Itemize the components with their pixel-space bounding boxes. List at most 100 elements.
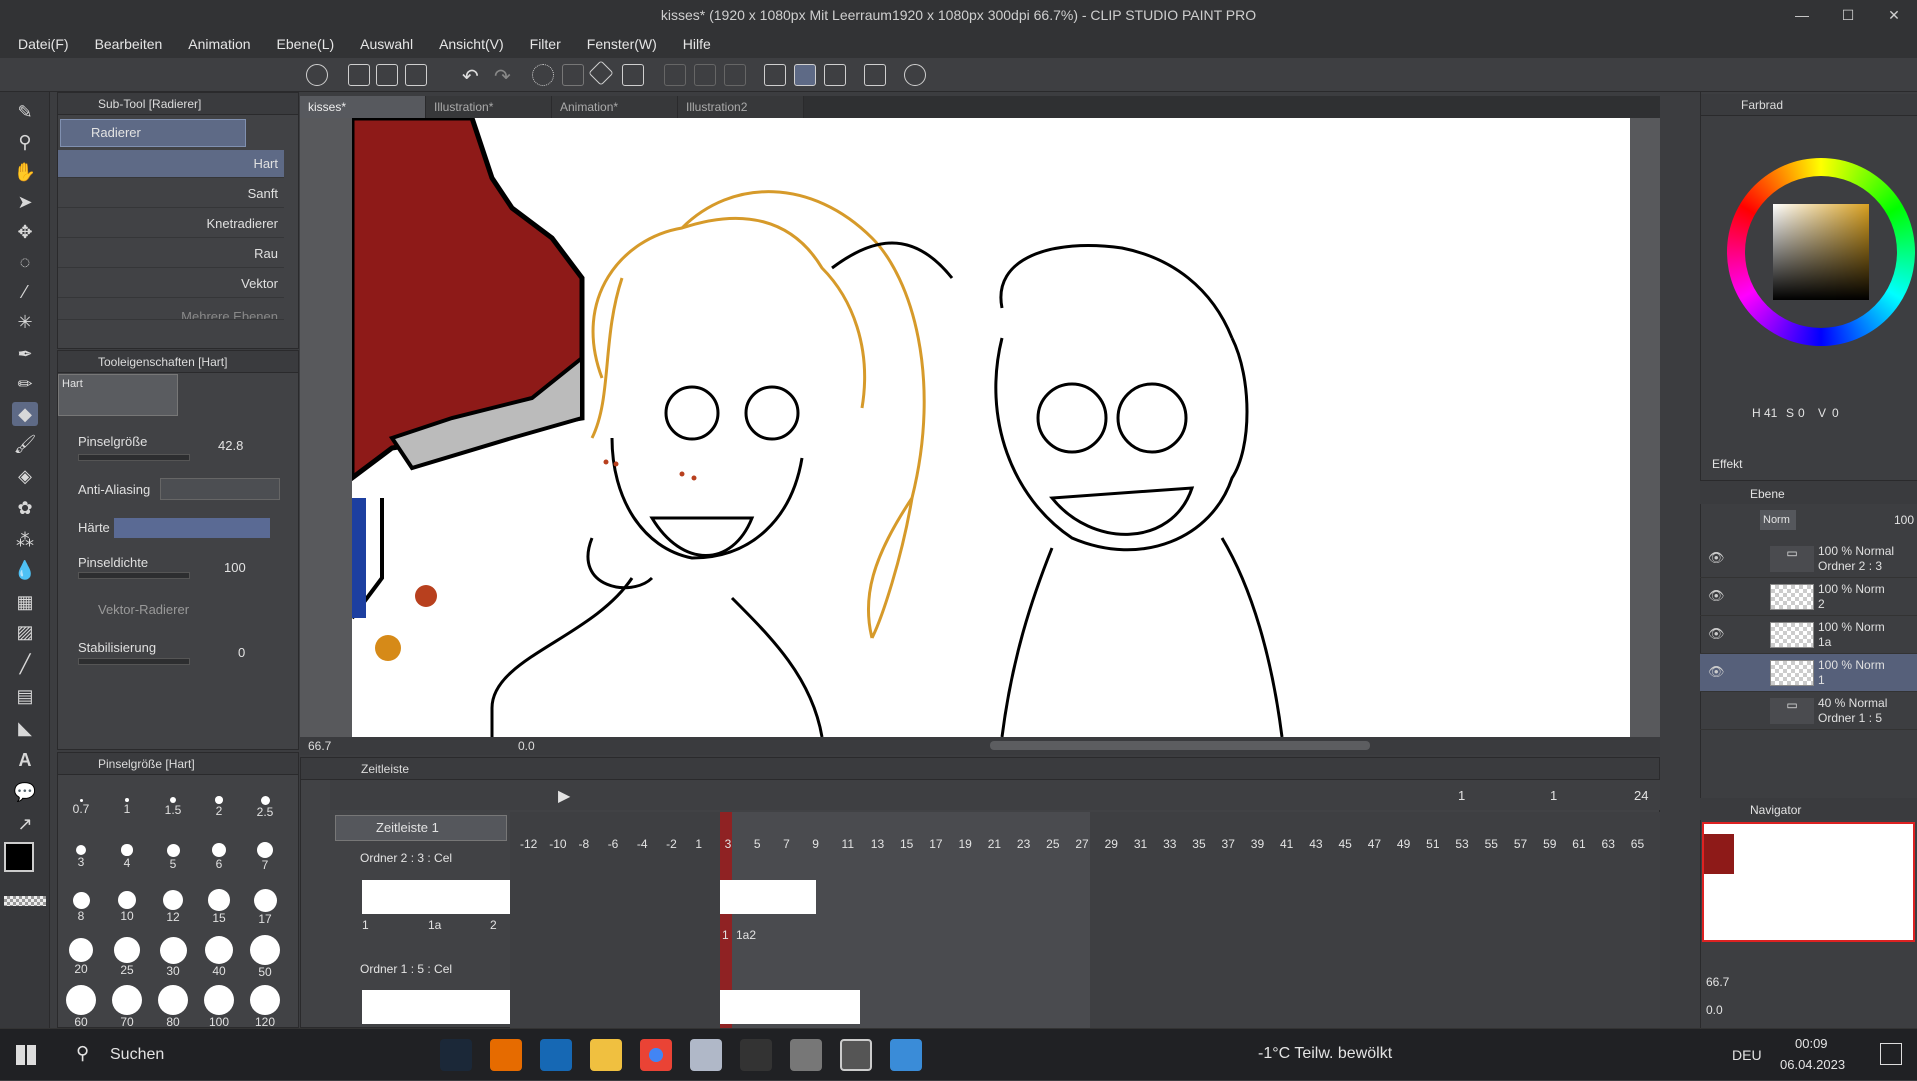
track-folder-2[interactable]: Ordner 2 : 3 : Cel (360, 851, 510, 869)
menu-view[interactable]: Ansicht(V) (439, 36, 504, 52)
visual-app-icon[interactable] (540, 1039, 572, 1071)
correct-line-icon[interactable]: ↗ (12, 812, 38, 836)
eyedropper-tool-icon[interactable]: ⁄ (12, 280, 38, 304)
brush-icon[interactable]: 🖌 (12, 432, 38, 456)
layer-row[interactable]: ▭ 40 % Normal Ordner 1 : 5 (1700, 692, 1917, 730)
fill-icon[interactable] (588, 60, 614, 86)
redo-icon[interactable]: ↷ (494, 64, 511, 89)
blend-tool-icon[interactable]: 💧 (12, 558, 38, 582)
brush-size-preset[interactable]: 5 (150, 828, 196, 871)
menu-layer[interactable]: Ebene(L) (277, 36, 335, 52)
decoration-icon[interactable]: ✿ (12, 496, 38, 520)
stabilization-value[interactable]: 0 (238, 645, 245, 660)
menu-animation[interactable]: Animation (188, 36, 250, 52)
horizontal-scrollbar[interactable] (990, 741, 1370, 750)
tab-illustration[interactable]: Illustration* (426, 96, 552, 118)
pen-icon[interactable]: ✒ (12, 342, 38, 366)
pencil-icon[interactable]: ✏ (12, 372, 38, 396)
photos-icon[interactable] (890, 1039, 922, 1071)
menu-window[interactable]: Fenster(W) (587, 36, 657, 52)
undo-icon[interactable]: ↶ (462, 64, 479, 89)
layer-opacity-value[interactable]: 100 (1894, 513, 1914, 527)
help-icon[interactable] (904, 64, 926, 86)
frame-cels-folder-2[interactable] (720, 880, 816, 914)
language-indicator[interactable]: DEU (1732, 1047, 1762, 1063)
image-tool-icon[interactable] (790, 1039, 822, 1071)
airbrush-icon[interactable]: ⁂ (12, 528, 38, 552)
brush-size-preset[interactable]: 70 (104, 978, 150, 1029)
navigator-preview[interactable] (1702, 822, 1915, 942)
stabilization-slider[interactable] (78, 658, 190, 665)
maximize-button[interactable]: ☐ (1825, 0, 1871, 30)
stroke-icon[interactable] (794, 64, 816, 86)
new-file-icon[interactable] (348, 64, 370, 86)
play-icon[interactable]: ▶ (558, 786, 570, 806)
saturation-value-square[interactable] (1773, 204, 1869, 300)
menu-edit[interactable]: Bearbeiten (95, 36, 163, 52)
brush-size-preset[interactable]: 30 (150, 928, 196, 978)
brush-size-preset[interactable]: 17 (242, 878, 288, 926)
layer-row[interactable]: 👁 ▭ 100 % Normal Ordner 2 : 3 (1700, 540, 1917, 578)
brush-size-value[interactable]: 42.8 (218, 438, 243, 453)
fill-tool-icon[interactable]: ◈ (12, 464, 38, 488)
brush-size-preset[interactable]: 8 (58, 878, 104, 923)
ruler-tool-icon[interactable]: ◣ (12, 716, 38, 740)
text-tool-icon[interactable]: A (12, 748, 38, 772)
layer-row[interactable]: 👁 100 % Norm 2 (1700, 578, 1917, 616)
brush-size-preset[interactable]: 6 (196, 828, 242, 871)
tab-animation[interactable]: Animation* (552, 96, 678, 118)
drawing-canvas[interactable] (352, 118, 1630, 737)
open-folder-icon[interactable] (376, 64, 398, 86)
brush-size-preset[interactable]: 2 (196, 778, 242, 818)
brush-size-preset[interactable]: 1 (104, 778, 150, 816)
brush-size-preset[interactable]: 50 (242, 928, 288, 979)
clip-studio-icon[interactable] (306, 64, 328, 86)
brush-knetradierer[interactable]: Knetradierer (58, 210, 284, 238)
tab-illustration2[interactable]: Illustration2 (678, 96, 804, 118)
frame-tool-icon[interactable]: ▤ (12, 684, 38, 708)
pen-pressure-icon[interactable] (764, 64, 786, 86)
density-value[interactable]: 100 (224, 560, 246, 575)
vlc-icon[interactable] (490, 1039, 522, 1071)
brush-rau[interactable]: Rau (58, 240, 284, 268)
blend-mode-select[interactable]: Norm (1760, 510, 1796, 530)
gradient-icon[interactable]: ▨ (12, 620, 38, 644)
eye-icon[interactable]: 👁 (1708, 550, 1725, 566)
eye-icon[interactable]: 👁 (1708, 664, 1725, 680)
transform-icon[interactable] (622, 64, 644, 86)
clear-selection-icon[interactable] (562, 64, 584, 86)
timeline-select[interactable]: Zeitleiste 1 (335, 815, 507, 841)
hardness-selector[interactable] (114, 518, 270, 538)
brush-size-preset[interactable]: 10 (104, 878, 150, 923)
layer-row[interactable]: 👁 100 % Norm 1 (1700, 654, 1917, 692)
snap-grid-icon[interactable] (724, 64, 746, 86)
busy-icon[interactable] (532, 64, 554, 86)
navigator-angle[interactable]: 0.0 (1706, 1003, 1723, 1017)
minimize-button[interactable]: — (1779, 0, 1825, 30)
tab-kisses[interactable]: kisses* (300, 96, 426, 118)
frame-cels-folder-1[interactable] (720, 990, 860, 1024)
menu-file[interactable]: Datei(F) (18, 36, 69, 52)
move-tool-icon[interactable]: ✥ (12, 220, 38, 244)
menu-select[interactable]: Auswahl (360, 36, 413, 52)
paint-icon[interactable] (690, 1039, 722, 1071)
notification-icon[interactable] (1880, 1043, 1902, 1065)
main-color-swatch[interactable] (4, 842, 34, 872)
file-explorer-icon[interactable] (590, 1039, 622, 1071)
brush-vektor[interactable]: Vektor (58, 270, 284, 298)
clock-time[interactable]: 00:09 (1795, 1036, 1828, 1051)
brush-size-preset[interactable]: 3 (58, 828, 104, 869)
brush-mehrere-ebenen[interactable]: Mehrere Ebenen (58, 300, 284, 320)
line-tool-icon[interactable]: ╱ (12, 652, 38, 676)
brush-size-preset[interactable]: 25 (104, 928, 150, 977)
palette-app-icon[interactable] (740, 1039, 772, 1071)
brush-size-preset[interactable]: 15 (196, 878, 242, 925)
chrome-icon[interactable] (640, 1039, 672, 1071)
menu-filter[interactable]: Filter (530, 36, 561, 52)
frame-total[interactable]: 24 (1634, 788, 1648, 803)
save-icon[interactable] (405, 64, 427, 86)
brush-size-preset[interactable]: 2.5 (242, 778, 288, 819)
navigator-zoom[interactable]: 66.7 (1706, 975, 1729, 989)
color-wheel[interactable] (1727, 158, 1915, 346)
brush-size-preset[interactable]: 0.7 (58, 778, 104, 816)
